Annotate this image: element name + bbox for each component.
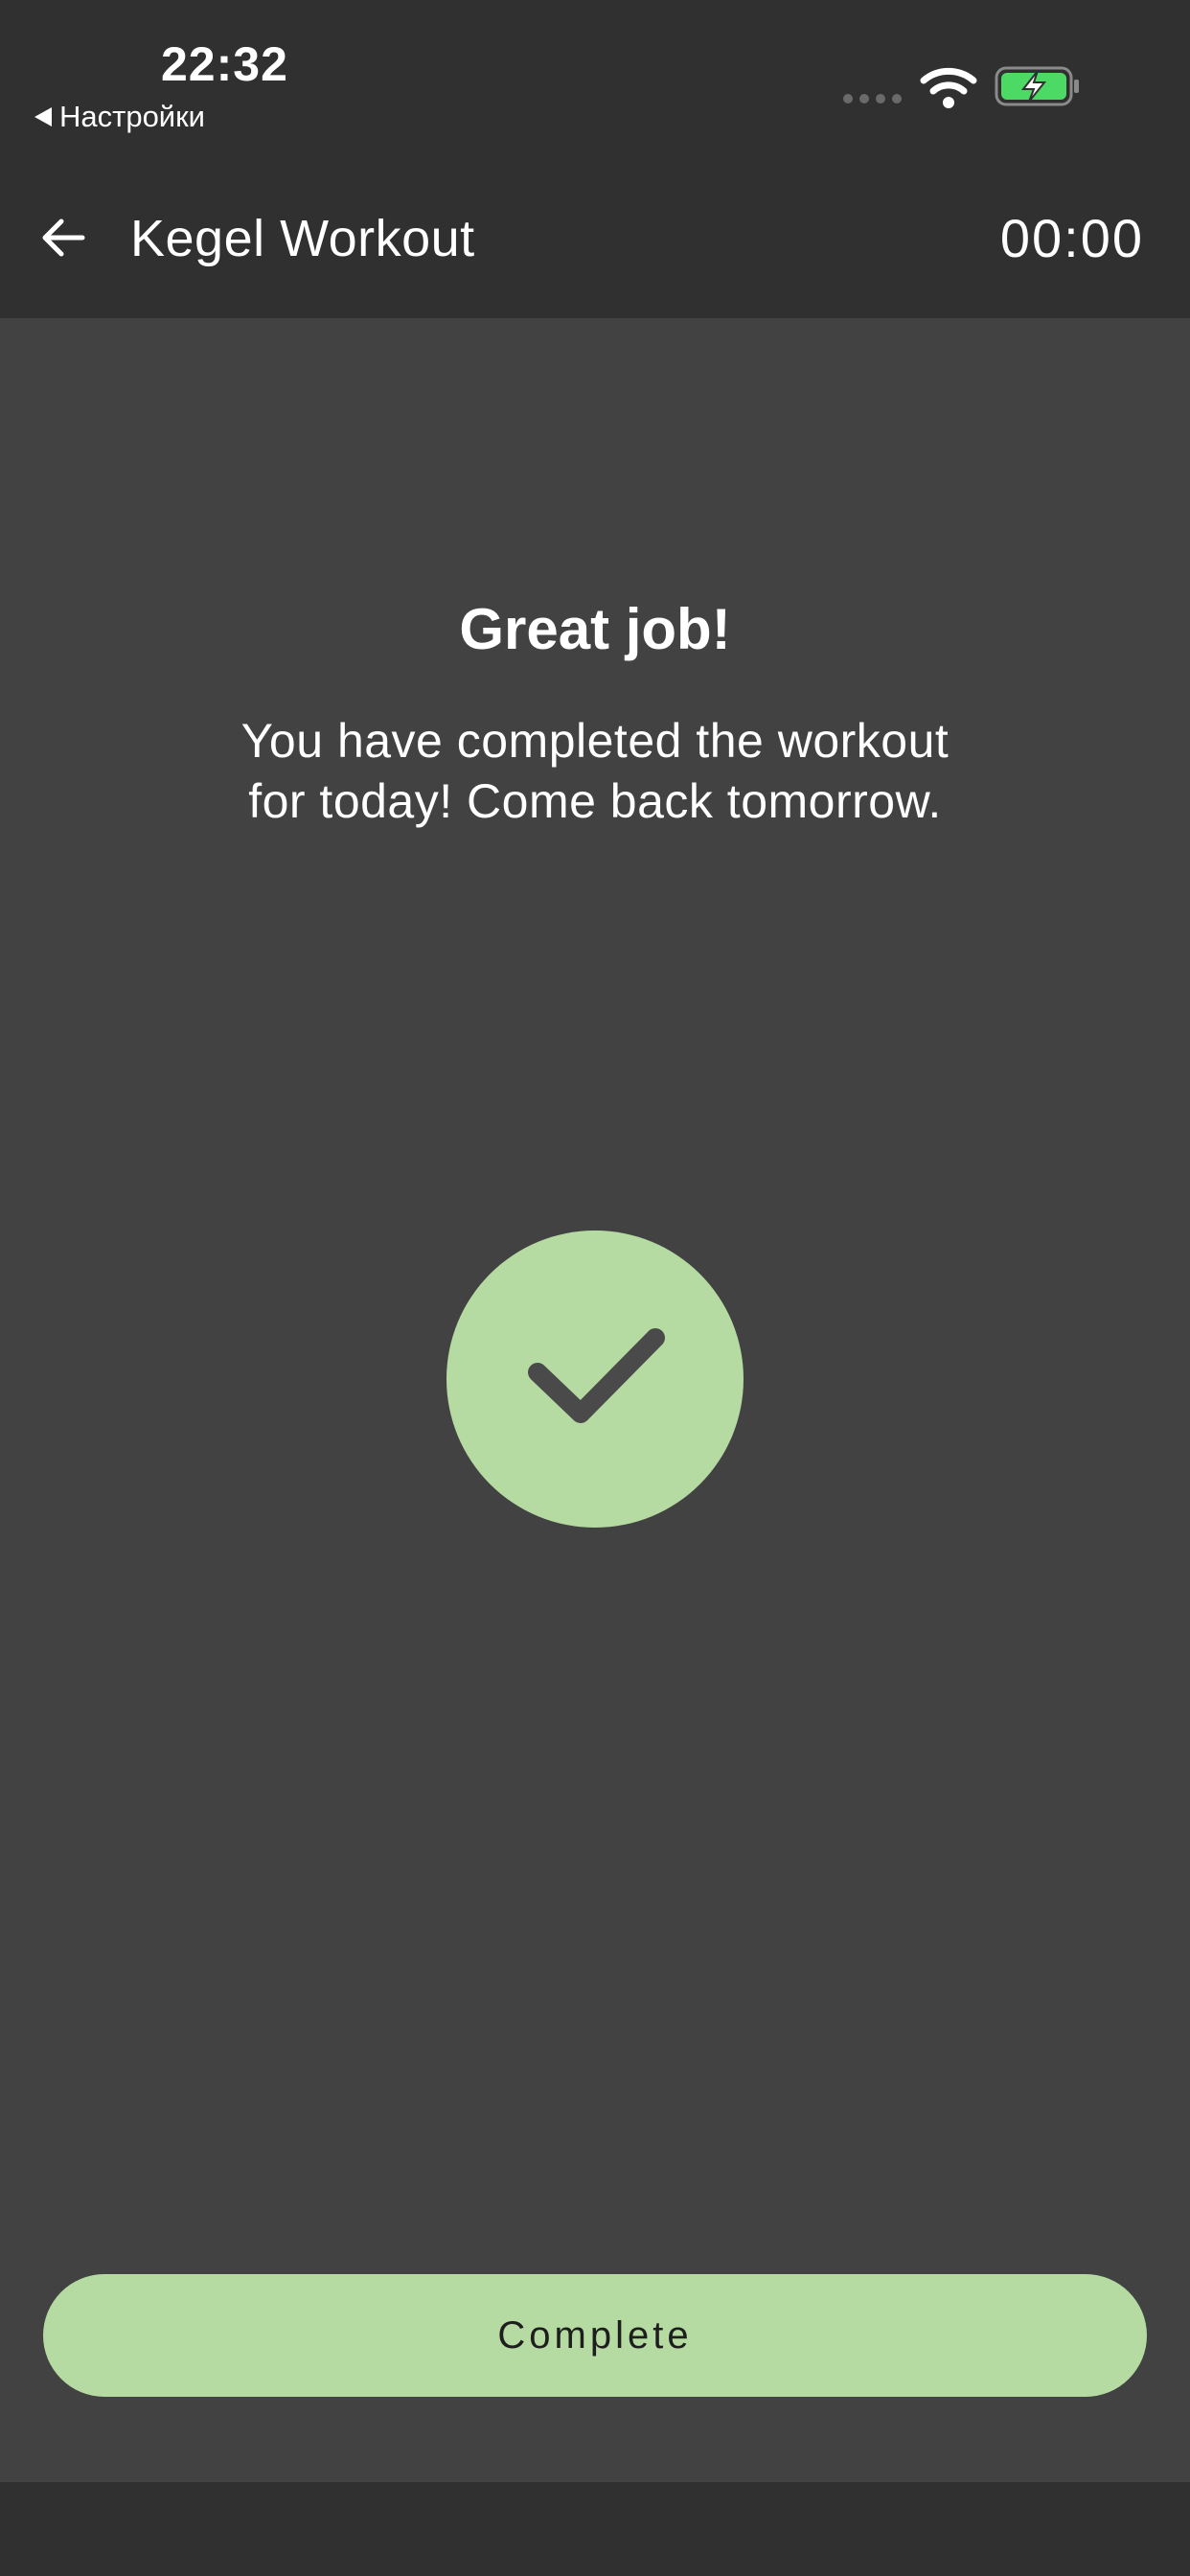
- completion-message: You have completed the workout for today…: [240, 714, 950, 828]
- completion-badge: [446, 1230, 744, 1528]
- back-triangle-icon: [34, 107, 52, 126]
- completion-heading: Great job!: [459, 597, 731, 661]
- check-icon: [528, 1328, 665, 1423]
- status-bar: 22:32 Настройки: [0, 0, 1190, 153]
- signal-dots-icon: [843, 94, 902, 104]
- status-back-link[interactable]: Настройки: [34, 100, 205, 134]
- page-title: Kegel Workout: [130, 210, 475, 267]
- bottom-bar: [0, 2482, 1190, 2576]
- arrow-left-icon: [42, 218, 85, 257]
- wifi-icon: [920, 67, 977, 108]
- status-back-label: Настройки: [59, 100, 206, 133]
- workout-timer: 00:00: [999, 208, 1144, 268]
- app-bar: Kegel Workout 00:00: [0, 153, 1190, 318]
- back-button[interactable]: [33, 207, 94, 268]
- battery-charging-icon: [995, 66, 1079, 106]
- complete-button[interactable]: Complete: [43, 2274, 1147, 2397]
- status-time: 22:32: [161, 37, 288, 91]
